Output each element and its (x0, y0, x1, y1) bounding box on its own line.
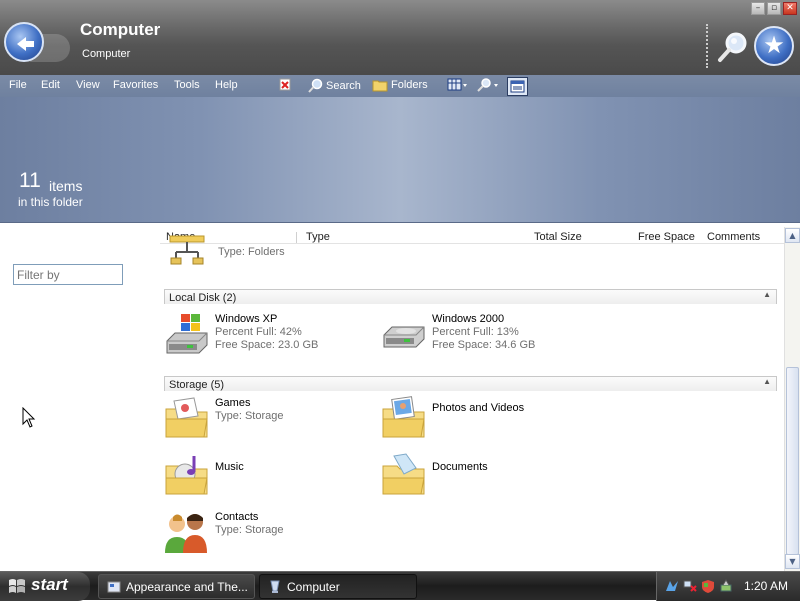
item-name: Windows XP (215, 313, 278, 325)
drive-item-windows-2000[interactable]: Windows 2000 Percent Full: 13% Free Spac… (380, 311, 580, 359)
item-type: Type: Folders (218, 246, 285, 258)
explorer-window: Computer Computer – ▫ ✕ ★ File Edit View… (0, 0, 800, 571)
search-small-icon (308, 78, 323, 93)
taskbar: start Appearance and The... Computer 1:2… (0, 571, 800, 601)
zoom-button[interactable] (476, 78, 502, 92)
group-header-local-disk[interactable]: Local Disk (2) ▲ (164, 289, 777, 304)
start-label: start (31, 575, 68, 594)
address-breadcrumb[interactable]: Computer (82, 48, 130, 60)
item-count: 11 (19, 169, 41, 192)
windows-logo-icon (9, 579, 25, 593)
contacts-icon (165, 514, 207, 553)
storage-item-photos-and-videos[interactable]: Photos and Videos (380, 395, 580, 443)
views-button[interactable] (447, 78, 469, 92)
item-free-space: Free Space: 23.0 GB (215, 339, 319, 351)
delete-button[interactable] (279, 78, 291, 91)
folders-button[interactable]: Folders (372, 78, 428, 92)
messenger-icon[interactable] (665, 579, 679, 593)
minimize-button[interactable]: – (751, 2, 765, 15)
clock[interactable]: 1:20 AM (744, 579, 788, 593)
zoom-icon (477, 78, 498, 92)
title-bar: Computer Computer – ▫ ✕ ★ (0, 0, 800, 75)
system-tray: 1:20 AM (656, 572, 800, 601)
item-name: Games (215, 397, 251, 409)
collapse-chevron-icon[interactable]: ▲ (763, 377, 771, 386)
back-button[interactable] (4, 22, 44, 62)
maximize-button[interactable]: ▫ (767, 2, 781, 15)
safely-remove-hardware-icon[interactable] (719, 579, 733, 593)
preview-pane-toggle[interactable] (507, 77, 528, 96)
close-button[interactable]: ✕ (783, 2, 797, 15)
search-icon[interactable] (716, 30, 750, 64)
photos-folder-icon (382, 396, 425, 438)
item-type: Type: Storage (215, 524, 284, 536)
preview-pane-icon (510, 80, 525, 93)
menu-tools[interactable]: Tools (174, 79, 200, 91)
hard-drive-icon (383, 326, 425, 348)
group-header-storage[interactable]: Storage (5) ▲ (164, 376, 777, 391)
network-folder-icon (169, 235, 205, 265)
mouse-pointer-icon (22, 407, 36, 428)
menu-bar: File Edit View Favorites Tools Help Sear… (0, 75, 800, 97)
taskbar-button-computer[interactable]: Computer (259, 574, 417, 599)
column-comments[interactable]: Comments (707, 231, 760, 243)
start-button[interactable]: start (0, 572, 90, 601)
item-free-space: Free Space: 34.6 GB (432, 339, 536, 351)
item-name: Documents (432, 461, 488, 473)
list-item[interactable]: Type: Folders (166, 234, 366, 272)
taskbar-button-appearance[interactable]: Appearance and The... (98, 574, 255, 599)
search-button[interactable]: Search (307, 78, 361, 93)
control-panel-icon (107, 581, 121, 593)
item-type: Type: Storage (215, 410, 284, 422)
scroll-down-button[interactable]: ▼ (785, 554, 800, 569)
storage-item-music[interactable]: Music (163, 452, 363, 500)
item-percent-full: Percent Full: 13% (432, 326, 519, 338)
favorites-star-button[interactable]: ★ (754, 26, 794, 66)
folders-label: Folders (391, 79, 428, 91)
search-label: Search (326, 79, 361, 92)
menu-favorites[interactable]: Favorites (113, 79, 158, 91)
collapse-chevron-icon[interactable]: ▲ (763, 290, 771, 299)
group-label: Local Disk (2) (169, 292, 237, 304)
storage-item-documents[interactable]: Documents (380, 452, 580, 500)
menu-view[interactable]: View (76, 79, 100, 91)
item-name: Photos and Videos (432, 402, 525, 414)
filter-input[interactable] (13, 264, 123, 285)
menu-file[interactable]: File (9, 79, 27, 91)
scroll-thumb[interactable] (786, 367, 799, 555)
scroll-up-button[interactable]: ▲ (785, 228, 800, 243)
file-list: Name Type Total Size Free Space Comments… (160, 224, 784, 571)
column-free-space[interactable]: Free Space (638, 231, 695, 243)
folder-info-banner: 11 items in this folder (0, 97, 800, 223)
item-name: Music (215, 461, 244, 473)
task-pane (0, 224, 160, 571)
task-label: Computer (287, 580, 340, 594)
item-count-caption: in this folder (18, 195, 83, 209)
windows-drive-icon (166, 314, 208, 354)
item-percent-full: Percent Full: 42% (215, 326, 302, 338)
item-name: Windows 2000 (432, 313, 505, 325)
vertical-scrollbar[interactable]: ▲ ▼ (784, 227, 800, 571)
task-label: Appearance and The... (126, 580, 248, 594)
documents-folder-icon (382, 453, 425, 495)
views-grid-icon (447, 78, 467, 91)
window-title: Computer (80, 20, 161, 39)
delete-icon (279, 78, 291, 91)
title-divider (706, 24, 708, 68)
network-disconnected-icon[interactable] (683, 579, 697, 593)
group-label: Storage (5) (169, 379, 225, 391)
games-folder-icon (165, 397, 208, 438)
item-count-unit: items (49, 178, 83, 194)
folder-icon (372, 80, 388, 92)
music-folder-icon (165, 456, 208, 495)
menu-help[interactable]: Help (215, 79, 238, 91)
storage-item-games[interactable]: Games Type: Storage (163, 395, 363, 443)
storage-item-contacts[interactable]: Contacts Type: Storage (163, 509, 363, 557)
menu-edit[interactable]: Edit (41, 79, 60, 91)
item-name: Contacts (215, 511, 259, 523)
computer-icon (270, 580, 280, 593)
security-alert-icon[interactable] (701, 579, 715, 593)
column-total-size[interactable]: Total Size (534, 231, 582, 243)
drive-item-windows-xp[interactable]: Windows XP Percent Full: 42% Free Space:… (163, 311, 363, 359)
